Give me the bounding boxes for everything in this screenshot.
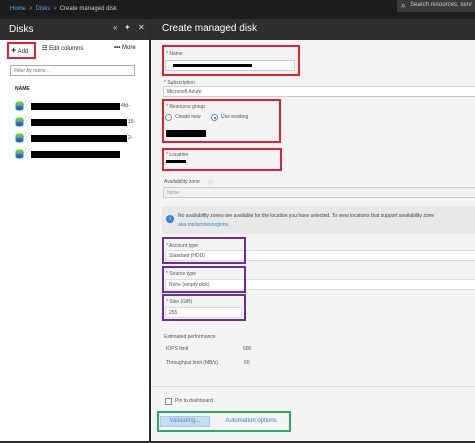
more-button[interactable]: ••• More xyxy=(114,45,136,51)
pin-to-dashboard-checkbox[interactable] xyxy=(165,398,172,405)
blade-title: Disks xyxy=(9,24,34,35)
list-item[interactable]: 4fd- xyxy=(0,101,149,113)
more-label: More xyxy=(121,45,136,51)
availability-zone-label: Availability zone xyxy=(164,179,200,185)
estimated-performance-label: Estimated performance xyxy=(164,334,216,340)
annotation-box xyxy=(162,45,300,76)
footer-divider xyxy=(151,386,475,387)
info-message xyxy=(162,206,475,234)
disk-icon xyxy=(15,149,24,159)
list-item[interactable] xyxy=(0,149,149,161)
disks-blade: Disks « ✦ ✕ + Add ☷ Edit columns ••• Mor… xyxy=(0,19,149,441)
close-icon[interactable]: ✕ xyxy=(138,23,145,33)
list-item[interactable]: 15- xyxy=(0,117,149,129)
subscription-value: Microsoft Azure xyxy=(167,89,202,95)
annotation-box xyxy=(162,99,281,143)
search-icon: ⌕ xyxy=(401,1,406,10)
columns-icon: ☷ xyxy=(42,46,48,52)
column-header-name[interactable]: NAME xyxy=(15,86,30,92)
create-disk-header: Create managed disk xyxy=(151,19,475,40)
annotation-box xyxy=(157,411,291,432)
filter-box xyxy=(10,65,135,76)
disk-icon xyxy=(15,101,24,111)
annotation-box xyxy=(162,237,246,264)
annotation-box xyxy=(7,42,36,59)
breadcrumb-separator: > xyxy=(53,6,57,12)
ellipsis-icon: ••• xyxy=(114,45,121,51)
disk-name-suffix: 4fd- xyxy=(121,103,130,109)
filter-input[interactable] xyxy=(11,66,135,75)
info-link[interactable]: aka.ms/azonesregions. xyxy=(178,222,229,228)
search-input[interactable]: Search resources, serv xyxy=(410,2,472,8)
info-icon: ⓘ xyxy=(208,180,214,186)
blade-title: Create managed disk xyxy=(162,23,258,34)
throughput-label: Throughput limit (MB/s) xyxy=(166,360,218,366)
breadcrumb-disks[interactable]: Disks xyxy=(36,6,51,12)
redacted-name xyxy=(31,103,120,110)
list-item[interactable]: 2- xyxy=(0,133,149,145)
edit-columns-button[interactable]: ☷ Edit columns xyxy=(42,45,83,52)
availability-zone-value: None xyxy=(167,190,179,196)
annotation-box xyxy=(162,148,282,171)
collapse-icon[interactable]: « xyxy=(113,23,117,33)
top-bar: Home > Disks > Create managed disk ⌕ Search … xyxy=(0,0,475,19)
annotation-box xyxy=(162,294,246,321)
breadcrumb-current: Create managed disk xyxy=(59,6,117,12)
breadcrumb-home[interactable]: Home xyxy=(10,6,26,12)
disk-icon xyxy=(15,117,24,127)
disks-blade-header: Disks « ✦ ✕ xyxy=(0,19,149,40)
subscription-dropdown[interactable]: Microsoft Azure xyxy=(163,86,475,97)
breadcrumb: Home > Disks > Create managed disk xyxy=(10,6,117,12)
iops-value: 500 xyxy=(243,346,252,352)
redacted-name xyxy=(31,151,120,158)
disk-icon xyxy=(15,133,24,143)
pin-icon[interactable]: ✦ xyxy=(124,23,131,33)
iops-label: IOPS limit xyxy=(166,346,189,352)
redacted-name xyxy=(31,135,127,142)
breadcrumb-separator: > xyxy=(29,6,33,12)
annotation-box xyxy=(162,266,246,293)
info-text: No availability zones are available for … xyxy=(178,213,435,219)
pin-to-dashboard-label[interactable]: Pin to dashboard xyxy=(175,398,213,404)
disk-name-suffix: 2- xyxy=(128,135,133,141)
redacted-name xyxy=(31,119,127,126)
edit-columns-label: Edit columns xyxy=(49,46,84,52)
availability-zone-dropdown[interactable]: None xyxy=(163,187,475,198)
info-icon: i xyxy=(166,215,174,223)
throughput-value: 60 xyxy=(244,360,250,366)
disk-name-suffix: 15- xyxy=(128,119,136,125)
